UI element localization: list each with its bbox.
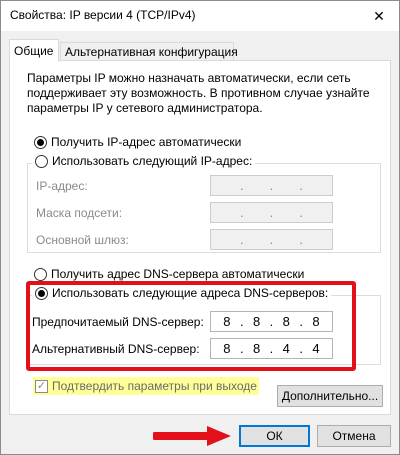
preferred-dns-input[interactable]: 8. 8. 8. 8 — [210, 311, 333, 332]
ip-manual-label: Использовать следующий IP-адрес: — [52, 154, 253, 168]
dns-auto-option[interactable]: Получить адрес DNS-сервера автоматически — [34, 267, 304, 281]
ip-address-label: IP-адрес: — [36, 179, 88, 193]
validate-on-exit-option[interactable]: ✓ Подтвердить параметры при выходе — [33, 377, 259, 395]
description-text: Параметры IP можно назначать автоматичес… — [27, 71, 370, 115]
general-tab-panel: Параметры IP можно назначать автоматичес… — [9, 60, 391, 415]
default-gateway-input: . . . — [210, 229, 333, 250]
ip-address-input: . . . — [210, 175, 333, 196]
checkmark-icon: ✓ — [36, 379, 47, 392]
ip-manual-radio[interactable] — [35, 154, 48, 168]
dns-auto-radio[interactable] — [34, 267, 47, 281]
preferred-dns-label: Предпочитаемый DNS-сервер: — [32, 315, 204, 329]
alternate-dns-label: Альтернативный DNS-сервер: — [32, 342, 200, 356]
ip-manual-option[interactable]: Использовать следующий IP-адрес: — [32, 154, 256, 168]
dns-auto-label: Получить адрес DNS-сервера автоматически — [51, 267, 305, 281]
dns-manual-radio[interactable] — [35, 286, 48, 300]
dns-manual-label: Использовать следующие адреса DNS-сервер… — [52, 286, 329, 300]
cancel-button[interactable]: Отмена — [317, 425, 391, 447]
tab-general[interactable]: Общие — [9, 39, 59, 62]
ip-auto-radio[interactable] — [34, 135, 47, 149]
advanced-button[interactable]: Дополнительно... — [277, 385, 383, 407]
validate-on-exit-label: Подтвердить параметры при выходе — [52, 379, 257, 393]
title-bar: Свойства: IP версии 4 (TCP/IPv4) ✕ — [1, 1, 399, 31]
ip-auto-label: Получить IP-адрес автоматически — [51, 135, 242, 149]
ok-button[interactable]: ОК — [239, 425, 310, 447]
arrow-right-icon — [153, 426, 231, 446]
validate-on-exit-checkbox[interactable]: ✓ — [35, 379, 48, 393]
ip-auto-option[interactable]: Получить IP-адрес автоматически — [34, 135, 241, 149]
window-title: Свойства: IP версии 4 (TCP/IPv4) — [10, 8, 196, 22]
default-gateway-label: Основной шлюз: — [36, 233, 129, 247]
alternate-dns-input[interactable]: 8. 8. 4. 4 — [210, 338, 333, 359]
close-button[interactable]: ✕ — [359, 1, 399, 31]
subnet-mask-label: Маска подсети: — [36, 206, 123, 220]
tab-alternate-config[interactable]: Альтернативная конфигурация — [60, 42, 238, 61]
ipv4-properties-dialog: Свойства: IP версии 4 (TCP/IPv4) ✕ Общие… — [0, 0, 400, 455]
subnet-mask-input: . . . — [210, 202, 333, 223]
dns-manual-option[interactable]: Использовать следующие адреса DNS-сервер… — [32, 286, 332, 300]
close-icon: ✕ — [373, 7, 385, 24]
